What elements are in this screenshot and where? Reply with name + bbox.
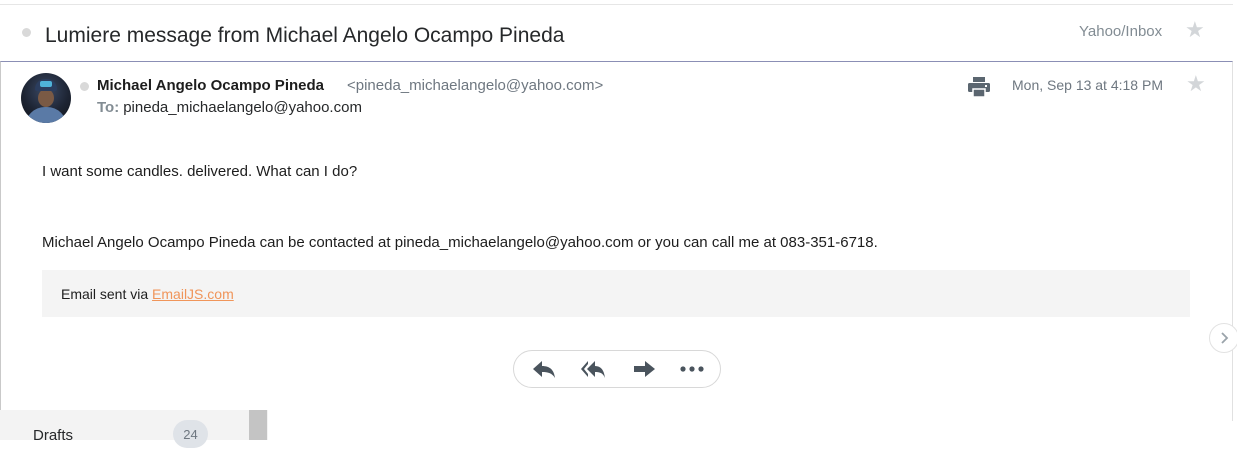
message-unread-dot-icon[interactable] <box>80 82 89 91</box>
to-label: To: <box>97 99 120 116</box>
body-paragraph-2: Michael Angelo Ocampo Pineda can be cont… <box>42 234 878 251</box>
avatar-face <box>38 89 54 107</box>
signature-text: Email sent via EmailJS.com <box>61 286 234 302</box>
message-date: Mon, Sep 13 at 4:18 PM <box>1012 77 1163 93</box>
sidebar-scrollbar[interactable] <box>249 410 267 440</box>
signature-prefix: Email sent via <box>61 286 153 302</box>
message-card: Michael Angelo Ocampo Pineda <pineda_mic… <box>0 61 1233 421</box>
sidebar: Drafts 24 <box>0 410 268 448</box>
avatar-cap-logo <box>40 81 52 87</box>
recipient-line: To: pineda_michaelangelo@yahoo.com <box>97 99 362 116</box>
next-message-button[interactable] <box>1209 323 1237 353</box>
thread-subject: Lumiere message from Michael Angelo Ocam… <box>45 24 565 47</box>
forward-icon[interactable] <box>631 358 657 380</box>
sender-name[interactable]: Michael Angelo Ocampo Pineda <box>97 77 324 94</box>
folder-label[interactable]: Yahoo/Inbox <box>1079 23 1162 40</box>
reply-all-icon[interactable] <box>580 358 606 380</box>
reply-icon[interactable] <box>531 358 557 380</box>
avatar[interactable] <box>21 73 71 123</box>
thread-star-icon[interactable]: ★ <box>1185 19 1205 41</box>
thread-header: Lumiere message from Michael Angelo Ocam… <box>0 5 1233 61</box>
more-icon[interactable] <box>679 358 705 380</box>
message-action-bar <box>513 350 721 388</box>
print-icon[interactable] <box>967 76 991 98</box>
recipient-address[interactable]: pineda_michaelangelo@yahoo.com <box>123 99 362 116</box>
emailjs-link[interactable]: EmailJS.com <box>152 286 234 302</box>
body-paragraph-1: I want some candles. delivered. What can… <box>42 163 358 180</box>
chevron-right-icon <box>1221 332 1229 344</box>
drafts-count-badge: 24 <box>173 420 208 448</box>
signature-box: Email sent via EmailJS.com <box>42 270 1190 317</box>
sender-email[interactable]: <pineda_michaelangelo@yahoo.com> <box>347 77 603 94</box>
unread-dot-icon[interactable] <box>22 28 31 37</box>
message-star-icon[interactable]: ★ <box>1186 73 1206 95</box>
avatar-shirt <box>25 107 67 123</box>
sidebar-item-drafts[interactable]: Drafts <box>33 427 73 444</box>
